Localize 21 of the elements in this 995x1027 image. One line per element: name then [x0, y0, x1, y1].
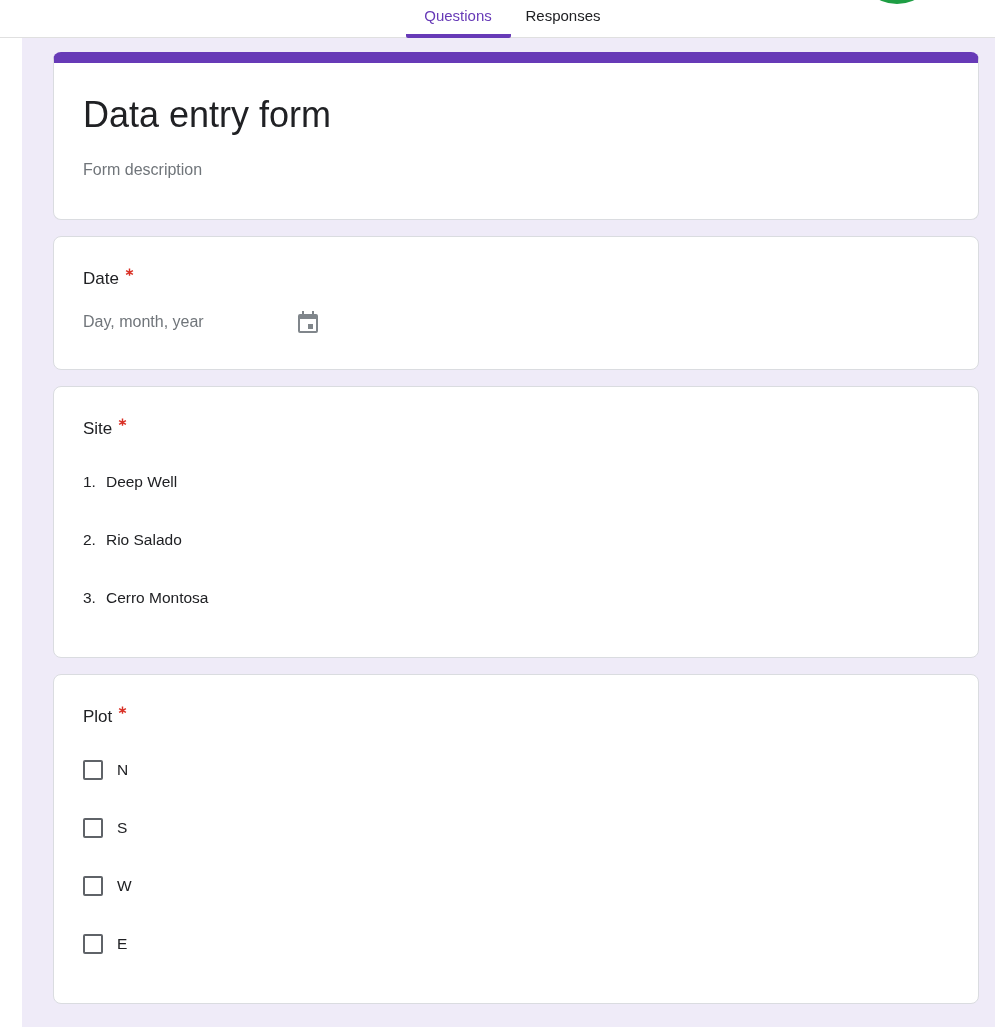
list-number: 2. [83, 530, 96, 550]
list-number: 1. [83, 472, 96, 492]
checkbox-label: S [117, 818, 128, 838]
list-item: Cerro Montosa [105, 588, 209, 608]
checkbox-label: N [117, 760, 129, 780]
checkbox[interactable] [83, 817, 103, 838]
checkbox[interactable] [83, 759, 103, 780]
question-title: Site [83, 418, 113, 440]
tab[interactable]: Responses [510, 0, 616, 38]
checkbox-label: W [117, 876, 132, 896]
checkbox[interactable] [83, 875, 103, 896]
checkbox-label: E [117, 934, 128, 954]
form-title: Data entry form [83, 95, 333, 135]
calendar-icon[interactable] [297, 310, 319, 334]
form-description: Form description [83, 161, 204, 179]
question-title: Date [83, 268, 119, 290]
question-title: Plot [83, 706, 113, 728]
list-number: 3. [83, 588, 96, 608]
list-item: Deep Well [105, 472, 178, 492]
list-item: Rio Salado [105, 530, 182, 550]
checkbox[interactable] [83, 933, 103, 954]
